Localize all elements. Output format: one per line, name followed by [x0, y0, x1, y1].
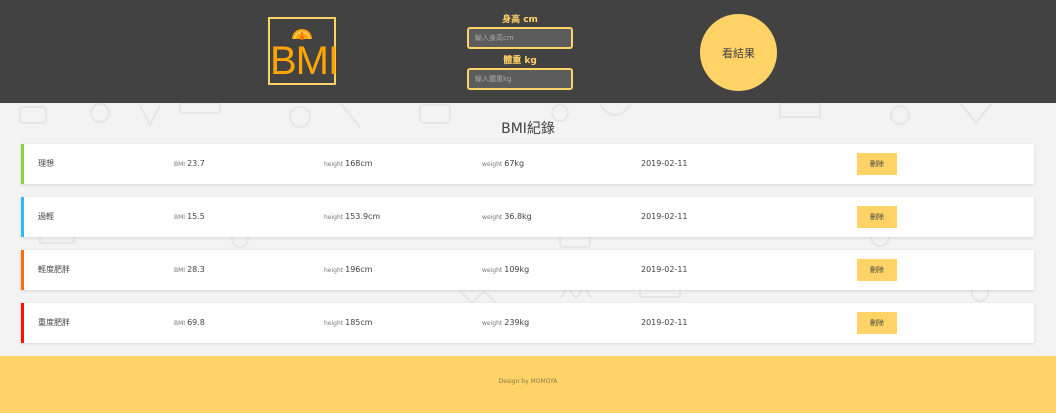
record-status: 重度肥胖 — [38, 318, 70, 327]
record-weight: weight 67kg — [482, 159, 525, 168]
delete-button[interactable]: 刪除 — [857, 312, 897, 334]
footer-credit: Design by MOMOYA — [498, 378, 558, 385]
header: BMI 身高 cm 體重 kg 看結果 — [0, 0, 1056, 103]
delete-button[interactable]: 刪除 — [857, 206, 897, 228]
bmi-record-row: 過輕 BMI 15.5 height 153.9cm weight 36.8kg 20… — [21, 197, 1034, 237]
height-input[interactable] — [467, 27, 573, 49]
delete-button[interactable]: 刪除 — [857, 259, 897, 281]
record-date: 2019-02-11 — [641, 212, 688, 221]
height-label: 身高 cm — [502, 15, 538, 25]
bmi-record-row: 重度肥胖 BMI 69.8 height 185cm weight 239kg 201… — [21, 303, 1034, 343]
bmi-record-row: 理想 BMI 23.7 height 168cm weight 67kg 2019-0… — [21, 144, 1034, 184]
record-bmi: BMI 23.7 — [174, 159, 205, 168]
record-weight: weight 36.8kg — [482, 212, 532, 221]
record-status: 理想 — [38, 159, 54, 168]
logo-text: BMI — [270, 39, 339, 83]
record-height: height 196cm — [324, 265, 373, 274]
weight-label: 體重 kg — [503, 56, 537, 66]
record-date: 2019-02-11 — [641, 159, 688, 168]
record-weight: weight 109kg — [482, 265, 530, 274]
see-result-button[interactable]: 看結果 — [700, 14, 777, 91]
bmi-record-row: 輕度肥胖 BMI 28.3 height 196cm weight 109kg 201… — [21, 250, 1034, 290]
bmi-logo: BMI — [268, 17, 339, 85]
record-status: 輕度肥胖 — [38, 265, 70, 274]
record-status: 過輕 — [38, 212, 54, 221]
record-bmi: BMI 15.5 — [174, 212, 205, 221]
records-title: BMI紀錄 — [501, 121, 555, 137]
record-weight: weight 239kg — [482, 318, 530, 327]
record-height: height 153.9cm — [324, 212, 381, 221]
record-height: height 168cm — [324, 159, 373, 168]
weight-input[interactable] — [467, 68, 573, 90]
record-date: 2019-02-11 — [641, 265, 688, 274]
record-bmi: BMI 28.3 — [174, 265, 205, 274]
footer: Design by MOMOYA — [0, 356, 1056, 413]
record-height: height 185cm — [324, 318, 373, 327]
record-bmi: BMI 69.8 — [174, 318, 205, 327]
record-date: 2019-02-11 — [641, 318, 688, 327]
delete-button[interactable]: 刪除 — [857, 153, 897, 175]
